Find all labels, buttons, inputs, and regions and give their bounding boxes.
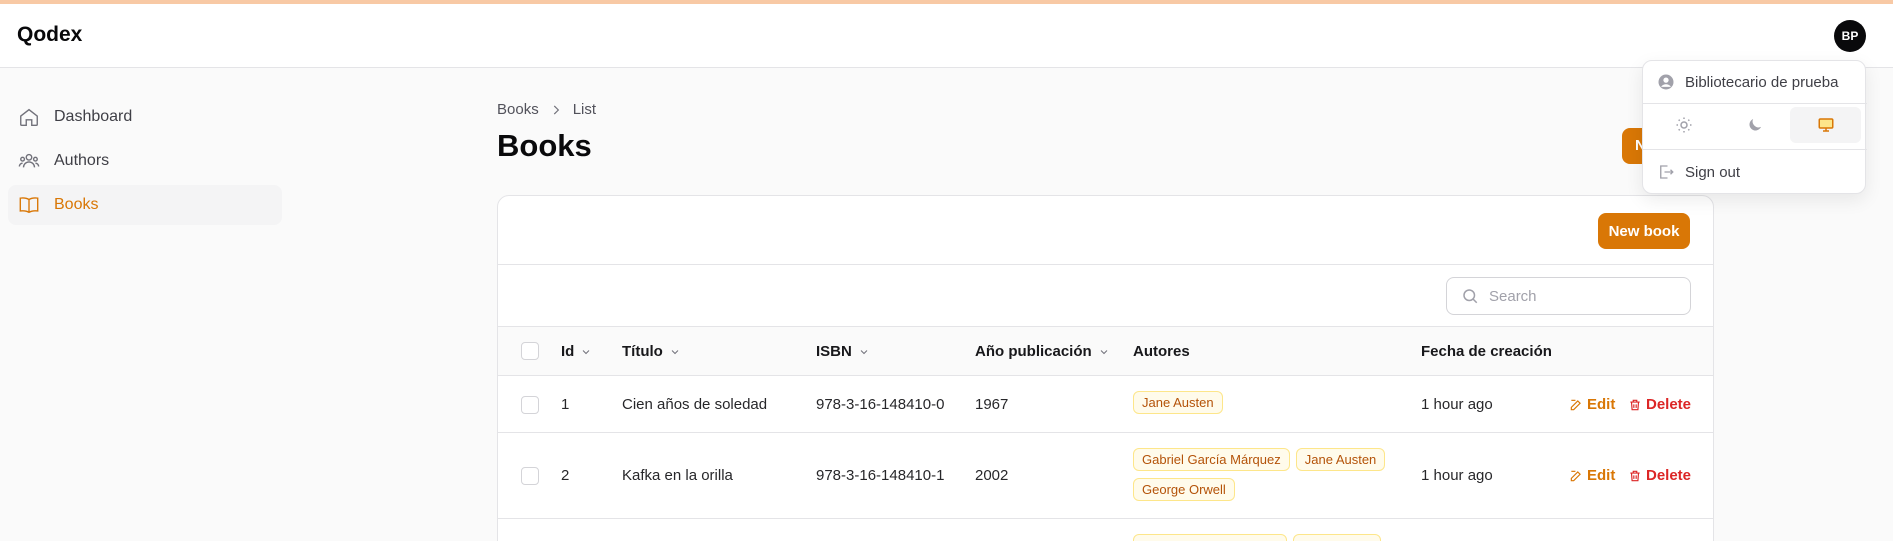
table-header-row: Id Título ISBN Año publicación Autores F… [498,327,1713,376]
search-icon [1463,289,1478,304]
cell-year: 2002 [975,467,1009,484]
sign-out-button[interactable]: Sign out [1657,163,1740,181]
trash-icon [1630,399,1640,410]
author-badge: Jane Austen [1295,448,1386,471]
dark-theme-button[interactable] [1720,107,1791,143]
books-table-card: New book Id Título ISBN Año publicación … [497,195,1714,541]
column-header-label: Autores [1133,343,1190,360]
author-badge: Gabriel García Márquez [1133,448,1290,471]
row-checkbox[interactable] [521,396,539,414]
table-row: 2 Kafka en la orilla 978-3-16-148410-1 2… [498,433,1713,519]
users-icon [18,153,40,168]
chevron-right-icon [553,105,559,114]
sidebar: Dashboard Authors Books [8,97,282,229]
cell-authors: Jane Austen [1133,391,1403,421]
menu-divider [1643,103,1867,104]
menu-user-name: Bibliotecario de prueba [1685,73,1839,91]
sidebar-item-authors[interactable]: Authors [8,141,282,181]
column-header-label: Año publicación [975,343,1092,360]
author-badge [1133,534,1287,541]
sidebar-item-label: Dashboard [54,108,133,125]
sidebar-item-label: Books [54,196,99,213]
sidebar-item-books[interactable]: Books [8,185,282,225]
author-badge: Jane Austen [1133,391,1223,414]
sidebar-item-label: Authors [54,152,110,169]
brand-logo[interactable]: Qodex [17,23,82,47]
cell-title: Kafka en la orilla [622,467,733,484]
cell-created: 1 hour ago [1421,396,1493,413]
sort-chevron-icon [1100,349,1108,354]
theme-switcher [1649,107,1862,143]
breadcrumb: Books List [497,101,596,118]
table-row [498,519,1713,541]
edit-label: Edit [1587,396,1616,413]
author-badge [1293,534,1381,541]
trash-icon [1630,470,1640,481]
sort-chevron-icon [582,349,590,354]
cell-isbn: 978-3-16-148410-1 [816,467,945,484]
cell-isbn: 978-3-16-148410-0 [816,396,945,413]
page-title: Books [497,128,592,163]
row-checkbox[interactable] [521,467,539,485]
column-header-label: ISBN [816,343,852,360]
edit-icon [1570,399,1581,410]
column-header-isbn[interactable]: ISBN [816,343,870,360]
delete-label: Delete [1646,396,1692,413]
cell-id: 2 [561,467,570,484]
search-input[interactable] [1489,287,1679,305]
column-header-created: Fecha de creación [1421,343,1552,360]
breadcrumb-parent-link[interactable]: Books [497,101,539,118]
edit-icon [1570,470,1581,481]
menu-user-profile[interactable]: Bibliotecario de prueba [1657,73,1838,91]
column-header-label: Fecha de creación [1421,343,1552,360]
delete-button[interactable]: Delete [1628,396,1691,413]
light-theme-icon [1676,117,1692,133]
cell-year: 1967 [975,396,1009,413]
home-icon [20,108,38,126]
column-header-authors: Autores [1133,343,1190,360]
column-header-year[interactable]: Año publicación [975,343,1110,360]
table-row: 1 Cien años de soledad 978-3-16-148410-0… [498,376,1713,433]
edit-button[interactable]: Edit [1569,467,1615,484]
book-open-icon [19,197,39,214]
cell-created: 1 hour ago [1421,467,1493,484]
user-avatar-button[interactable]: BP [1834,20,1866,52]
breadcrumb-current: List [572,101,597,118]
sort-chevron-icon [671,349,679,354]
sign-out-icon [1660,165,1674,179]
card-header: New book [498,196,1713,265]
user-dropdown-menu: Bibliotecario de prueba Sign out [1642,60,1867,194]
column-header-label: Id [561,343,575,360]
top-navbar: Qodex BP [0,4,1893,68]
sort-chevron-icon [860,349,868,354]
delete-label: Delete [1646,467,1692,484]
cell-title: Cien años de soledad [622,396,768,413]
cell-authors [1133,534,1403,541]
select-all-checkbox[interactable] [521,342,539,360]
sidebar-item-dashboard[interactable]: Dashboard [8,97,282,137]
search-field[interactable] [1446,277,1691,315]
column-header-title[interactable]: Título [622,343,681,360]
column-header-id[interactable]: Id [561,343,592,360]
dark-theme-icon [1749,119,1761,131]
cell-authors: Gabriel García Márquez Jane Austen George … [1133,448,1403,508]
edit-button[interactable]: Edit [1569,396,1615,413]
edit-label: Edit [1587,467,1616,484]
system-theme-icon [1818,118,1834,132]
light-theme-button[interactable] [1649,107,1720,143]
author-badge: George Orwell [1133,478,1235,501]
table-toolbar [498,265,1713,327]
new-book-button[interactable]: New book [1598,213,1690,249]
sign-out-label: Sign out [1685,163,1741,181]
column-header-label: Título [622,343,663,360]
cell-id: 1 [561,396,570,413]
menu-divider [1643,149,1867,150]
user-circle-icon [1658,74,1674,90]
system-theme-button[interactable] [1790,107,1862,143]
delete-button[interactable]: Delete [1628,467,1691,484]
